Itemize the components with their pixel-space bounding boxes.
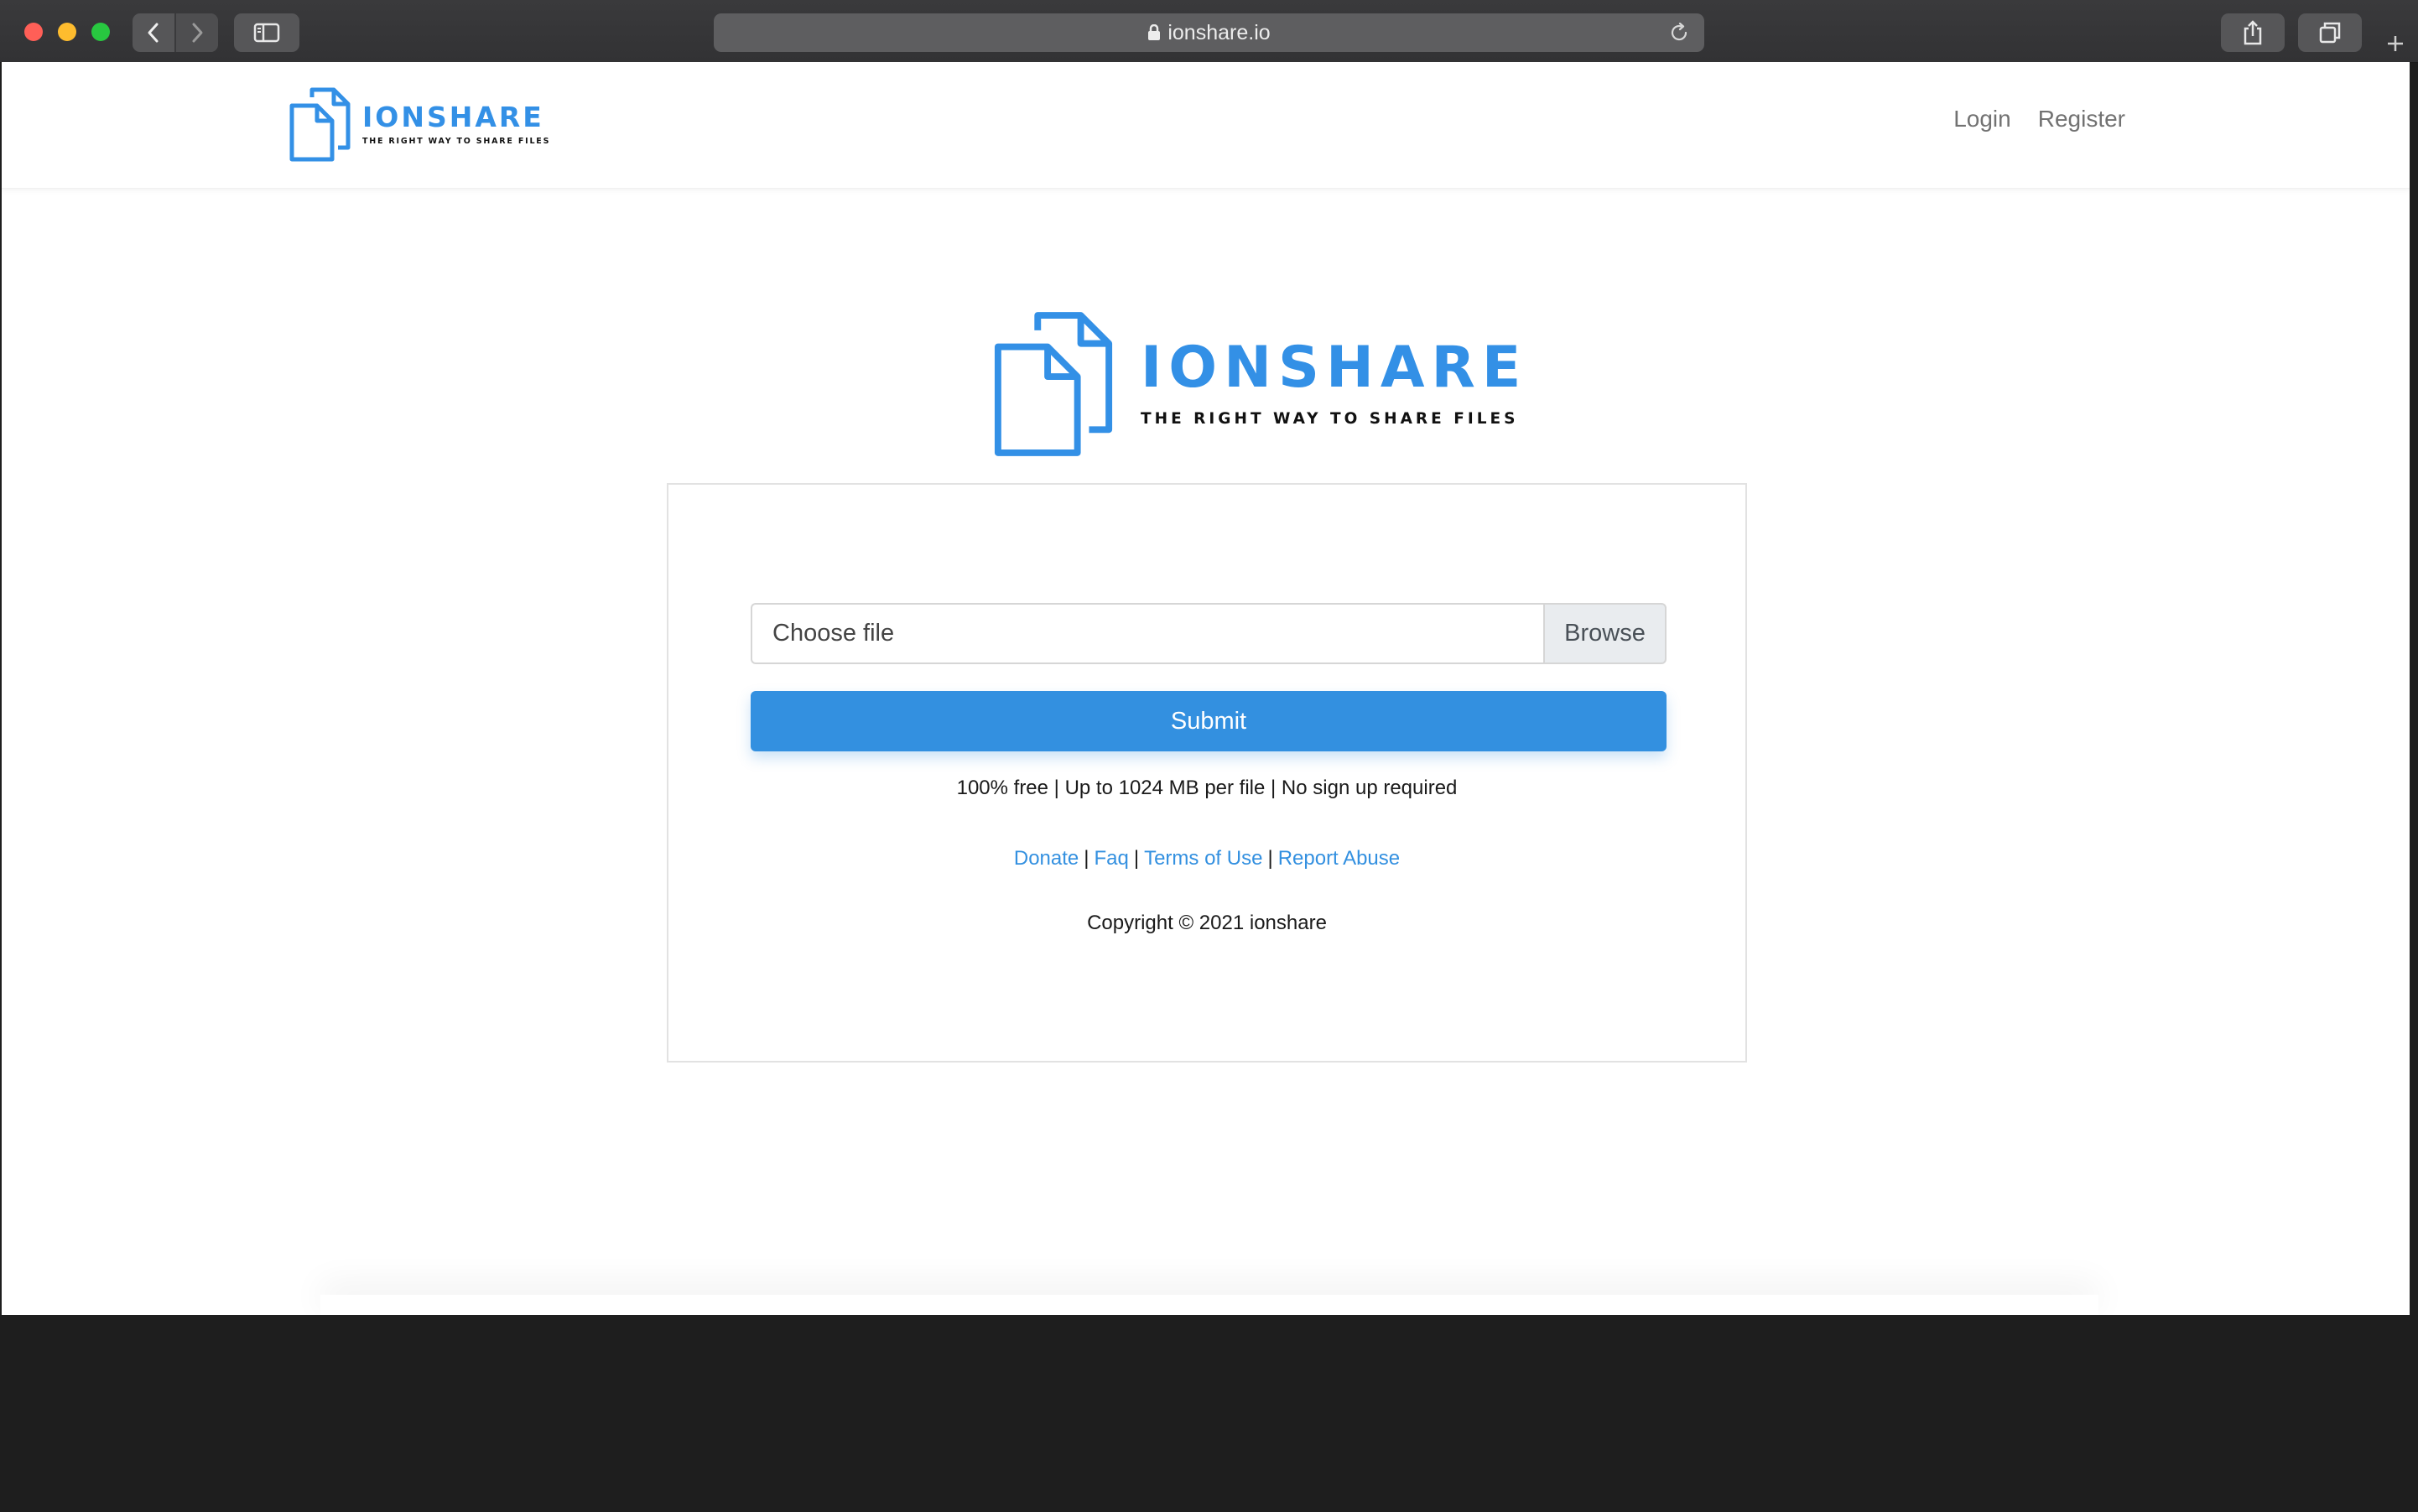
sidebar-icon [253, 23, 280, 43]
history-nav [133, 13, 218, 52]
document-logo-icon [289, 87, 351, 162]
footer-links: Donate | Faq | Terms of Use | Report Abuse [668, 847, 1745, 870]
forward-button[interactable] [176, 13, 218, 52]
address-bar[interactable]: ionshare.io [714, 13, 1704, 52]
hero-brand-name: IONSHARE [1141, 334, 1528, 401]
faq-link[interactable]: Faq [1094, 847, 1128, 870]
hero-logo: IONSHARE THE RIGHT WAY TO SHARE FILES [991, 307, 1527, 460]
page-bottom-shadow [320, 1295, 2098, 1315]
donate-link[interactable]: Donate [1014, 847, 1079, 870]
back-icon [148, 23, 159, 43]
new-tab-button[interactable] [2377, 25, 2414, 62]
back-button[interactable] [133, 13, 174, 52]
header-brand-name: IONSHARE [362, 100, 544, 133]
plus-icon [2388, 36, 2403, 51]
link-separator: | [1084, 847, 1089, 870]
hero-tagline: THE RIGHT WAY TO SHARE FILES [1141, 409, 1519, 428]
forward-icon [192, 23, 203, 43]
url-text: ionshare.io [1167, 20, 1271, 44]
page-viewport: IONSHARE THE RIGHT WAY TO SHARE FILES Lo… [2, 62, 2410, 1315]
reload-icon[interactable] [1669, 23, 1689, 43]
browser-toolbar: ionshare.io [0, 0, 2418, 63]
share-button[interactable] [2221, 13, 2285, 52]
submit-button[interactable]: Submit [751, 691, 1667, 751]
tabs-icon [2319, 22, 2341, 44]
share-icon [2244, 20, 2262, 45]
report-abuse-link[interactable]: Report Abuse [1278, 847, 1400, 870]
service-info: 100% free | Up to 1024 MB per file | No … [956, 777, 1458, 799]
browse-button[interactable]: Browse [1543, 603, 1667, 664]
minimize-window-button[interactable] [58, 23, 76, 41]
site-header: IONSHARE THE RIGHT WAY TO SHARE FILES Lo… [2, 62, 2410, 189]
link-separator: | [1267, 847, 1273, 870]
file-picker: Choose file Browse [751, 603, 1667, 664]
maximize-window-button[interactable] [91, 23, 110, 41]
header-tagline: THE RIGHT WAY TO SHARE FILES [362, 136, 551, 146]
link-separator: | [1133, 847, 1140, 870]
register-link[interactable]: Register [2038, 106, 2125, 132]
header-logo[interactable]: IONSHARE THE RIGHT WAY TO SHARE FILES [289, 86, 550, 163]
sidebar-toggle-button[interactable] [234, 13, 299, 52]
upload-card: Choose file Browse Submit 100% free | Up… [667, 483, 1747, 1063]
lock-icon [1147, 24, 1161, 41]
header-nav: Login Register [1953, 106, 2125, 132]
login-link[interactable]: Login [1953, 106, 2011, 132]
document-logo-icon [994, 312, 1113, 456]
file-input[interactable]: Choose file [751, 603, 1543, 664]
terms-link[interactable]: Terms of Use [1144, 847, 1262, 870]
close-window-button[interactable] [24, 23, 43, 41]
tab-overview-button[interactable] [2298, 13, 2362, 52]
copyright-text: Copyright © 2021 ionshare [1087, 912, 1327, 934]
